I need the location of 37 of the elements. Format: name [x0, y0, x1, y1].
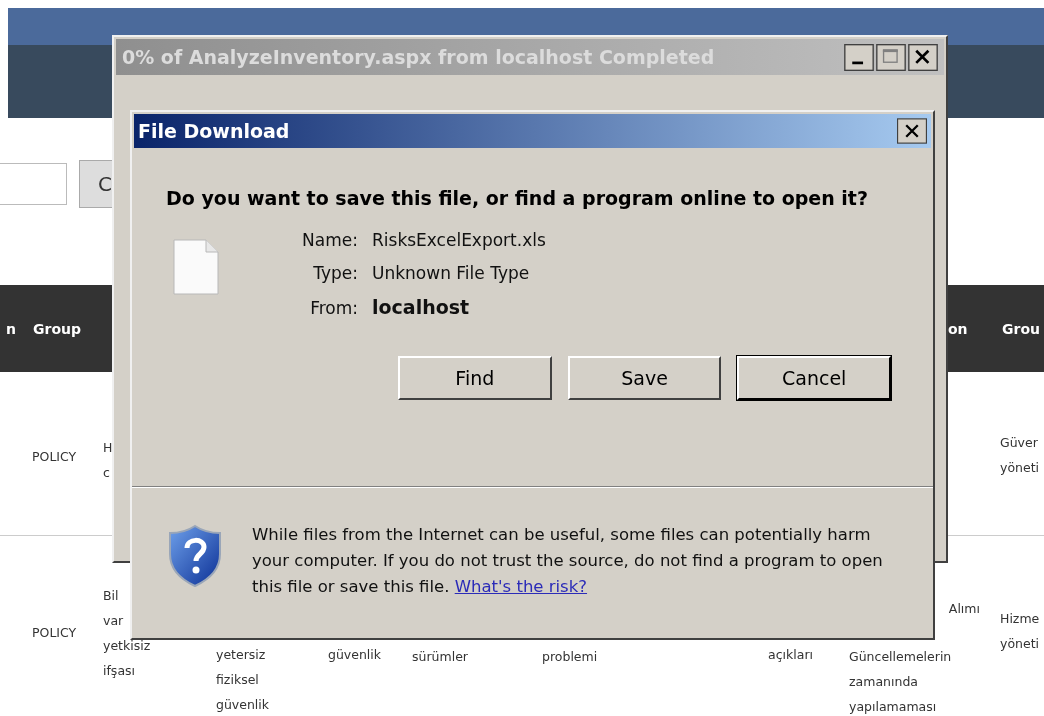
column-header: Grou	[1001, 320, 1041, 337]
search-field[interactable]	[0, 163, 67, 205]
file-icon	[172, 238, 220, 296]
shield-question-icon	[168, 524, 222, 588]
dialog-title: File Download	[138, 120, 290, 142]
table-cell-text: Bil var yetkisiz ifşası	[103, 587, 151, 680]
field-value: RisksExcelExport.xls	[372, 230, 546, 250]
dialog-button[interactable]: Save	[567, 356, 722, 400]
table-cell-text: güvenlik	[328, 646, 382, 664]
dialog-button[interactable]: Find	[398, 356, 552, 400]
column-header: on	[947, 320, 969, 337]
dialog-button[interactable]: Cancel	[737, 356, 891, 400]
field-label: Name:	[301, 230, 358, 250]
field-value: Unknown File Type	[372, 263, 530, 283]
column-header: Group	[32, 320, 82, 337]
table-cell-text: POLICY	[32, 448, 78, 466]
table-cell-text: POLICY	[32, 624, 78, 642]
minimize-icon[interactable]	[844, 43, 874, 71]
table-cell-text: Güver yöneti	[999, 434, 1041, 477]
dialog-question: Do you want to save this file, or find a program online to open it?	[166, 186, 869, 210]
close-icon[interactable]	[908, 43, 938, 71]
column-header: n	[5, 320, 17, 337]
table-cell-text: problemi	[541, 648, 598, 666]
close-icon[interactable]	[897, 118, 927, 144]
field-label: From:	[309, 298, 358, 318]
warning-text: While files from the Internet can be useful, some files can potentially harm your computer. If you do not trust the source, do not find a program to open this file or save this file. What's the risk?	[252, 524, 884, 598]
maximize-icon[interactable]	[876, 43, 906, 71]
table-cell-text: açıkları	[768, 646, 813, 664]
table-cell-text: Alımı	[948, 600, 980, 618]
table-cell-text: Güncellemelerin zamanında yapılamaması	[849, 648, 952, 716]
table-cell-text: Hizme yöneti	[999, 610, 1041, 653]
table-cell-text: H c	[103, 439, 113, 482]
field-label: Type:	[312, 263, 358, 283]
risk-link[interactable]: What's the risk?	[454, 577, 588, 596]
field-value: localhost	[372, 296, 470, 318]
table-cell-text: sürümler	[411, 648, 468, 666]
table-cell-text: yetersiz fiziksel güvenlik	[215, 646, 270, 714]
